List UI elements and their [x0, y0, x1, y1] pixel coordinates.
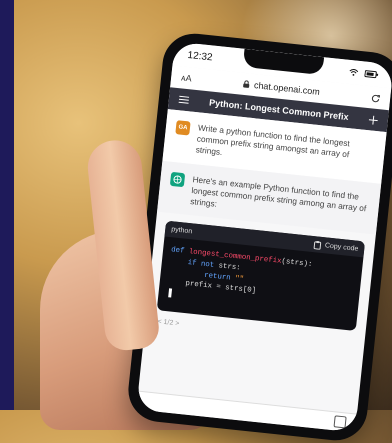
code-token-not: not	[200, 260, 215, 270]
text-size-button[interactable]: ᴀA	[181, 72, 192, 83]
phone-screen: 12:32 ᴀA chat.openai.com Python: Longest…	[136, 41, 392, 433]
code-token-args: (strs):	[280, 257, 313, 270]
status-time: 12:32	[187, 49, 214, 63]
smartphone: 12:32 ᴀA chat.openai.com Python: Longest…	[125, 30, 392, 443]
user-avatar: GA	[175, 120, 191, 136]
battery-icon	[364, 70, 379, 79]
lock-icon	[243, 80, 251, 89]
reload-icon[interactable]	[371, 93, 381, 103]
code-token-if: if	[187, 258, 197, 268]
assistant-message-text: Here's an example Python function to fin…	[189, 173, 367, 214]
menu-icon[interactable]	[178, 95, 190, 104]
code-token-def: def	[170, 246, 185, 256]
status-icons	[348, 68, 379, 79]
code-token-empty-string: ""	[234, 274, 245, 284]
copy-code-button[interactable]: Copy code	[313, 240, 359, 254]
copy-code-label: Copy code	[324, 241, 359, 253]
typing-cursor	[168, 288, 173, 298]
left-edge-band	[0, 0, 14, 410]
openai-logo-icon	[169, 171, 186, 187]
new-chat-icon[interactable]	[368, 115, 378, 125]
url-text: chat.openai.com	[253, 80, 321, 97]
address-field[interactable]: chat.openai.com	[243, 79, 321, 97]
tabs-icon[interactable]	[333, 415, 347, 429]
clipboard-icon	[313, 240, 322, 250]
code-token-prefix-line: prefix = strs[0]	[184, 280, 257, 296]
code-token-return: return	[203, 271, 232, 283]
code-token-strs: strs:	[218, 262, 241, 273]
wifi-icon	[348, 68, 359, 77]
code-language: python	[170, 225, 193, 235]
